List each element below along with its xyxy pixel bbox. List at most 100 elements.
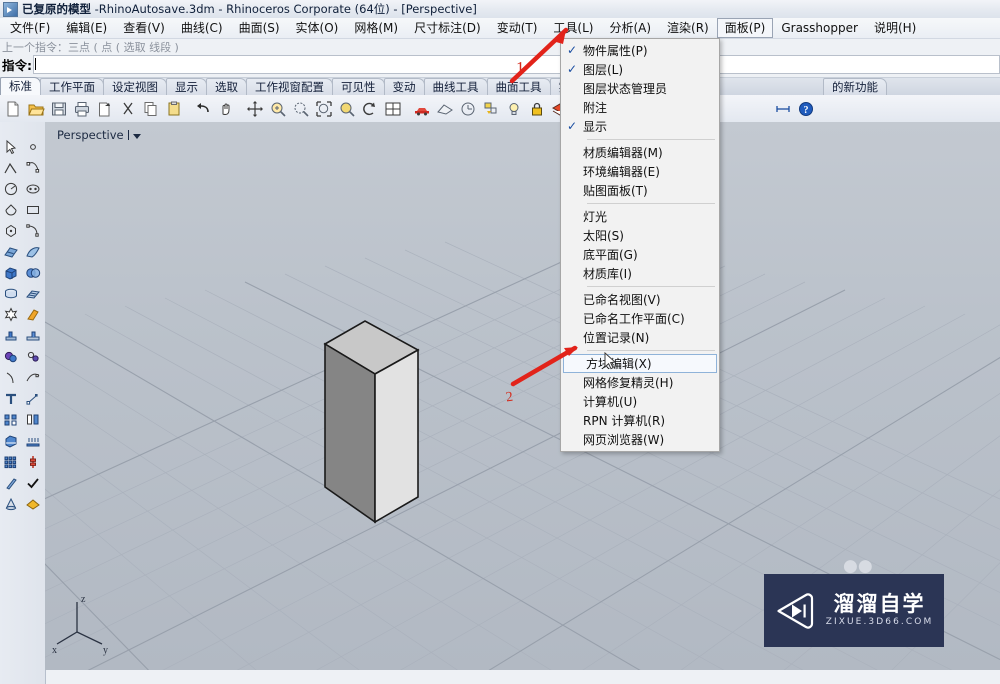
- menu-transform[interactable]: 变动(T): [489, 18, 546, 38]
- extrude-icon[interactable]: [0, 325, 22, 346]
- boolean-split-icon[interactable]: [22, 346, 44, 367]
- tab-set-view[interactable]: 设定视图: [103, 78, 167, 95]
- group-icon[interactable]: [0, 409, 22, 430]
- menu-grasshopper[interactable]: Grasshopper: [773, 18, 866, 38]
- join-icon[interactable]: [22, 325, 44, 346]
- print-icon[interactable]: [71, 98, 93, 120]
- offset-curve-icon[interactable]: [0, 367, 22, 388]
- panels-dropdown-menu[interactable]: ✓ 物件属性(P) ✓ 图层(L) 图层状态管理员 附注 ✓ 显示 材质编辑器(…: [560, 38, 720, 452]
- menu-item-material-editor[interactable]: 材质编辑器(M): [561, 143, 719, 162]
- menu-item-mesh-repair-wizard[interactable]: 网格修复精灵(H): [561, 373, 719, 392]
- zoom-extents-icon[interactable]: [313, 98, 335, 120]
- cut-scissors-icon[interactable]: [117, 98, 139, 120]
- gumball-icon[interactable]: [22, 451, 44, 472]
- tab-whats-new[interactable]: 的新功能: [823, 78, 887, 95]
- tab-curve-tools[interactable]: 曲线工具: [423, 78, 488, 95]
- tab-transform[interactable]: 变动: [383, 78, 425, 95]
- menu-file[interactable]: 文件(F): [2, 18, 58, 38]
- tab-display[interactable]: 显示: [166, 78, 207, 95]
- mirror-icon[interactable]: [22, 409, 44, 430]
- viewport-label[interactable]: Perspective: [54, 128, 144, 142]
- rectangle-icon[interactable]: [22, 199, 44, 220]
- menu-item-material-library[interactable]: 材质库(I): [561, 264, 719, 283]
- tab-cplane[interactable]: 工作平面: [40, 78, 104, 95]
- render-color-icon[interactable]: [22, 493, 44, 514]
- new-file-icon[interactable]: [2, 98, 24, 120]
- tab-standard[interactable]: 标准: [0, 77, 41, 95]
- explode-icon[interactable]: [0, 304, 22, 325]
- menu-item-texture-panel[interactable]: 贴图面板(T): [561, 181, 719, 200]
- surface-loft-icon[interactable]: [22, 241, 44, 262]
- fillet-curve-icon[interactable]: [22, 220, 44, 241]
- tab-surface-tools[interactable]: 曲面工具: [486, 78, 551, 95]
- menu-item-notes[interactable]: 附注: [561, 98, 719, 117]
- help-icon[interactable]: ?: [795, 98, 817, 120]
- pan-hand-icon[interactable]: [215, 98, 237, 120]
- light-bulb-icon[interactable]: [503, 98, 525, 120]
- menu-dimension[interactable]: 尺寸标注(D): [406, 18, 489, 38]
- lock-icon[interactable]: [526, 98, 548, 120]
- menu-item-position-record[interactable]: 位置记录(N): [561, 328, 719, 347]
- cone-icon[interactable]: [0, 493, 22, 514]
- blend-curve-icon[interactable]: [22, 367, 44, 388]
- arc-icon[interactable]: [0, 178, 22, 199]
- boolean-union-icon[interactable]: [0, 346, 22, 367]
- tab-visibility[interactable]: 可见性: [332, 78, 385, 95]
- menu-surface[interactable]: 曲面(S): [231, 18, 288, 38]
- shade-icon[interactable]: [22, 430, 44, 451]
- polygon-icon[interactable]: [0, 220, 22, 241]
- text-icon[interactable]: [0, 388, 22, 409]
- analyze-icon[interactable]: [0, 472, 22, 493]
- menu-item-layer-state-manager[interactable]: 图层状态管理员: [561, 79, 719, 98]
- menu-item-named-views[interactable]: 已命名视图(V): [561, 290, 719, 309]
- zoom-selected-icon[interactable]: [336, 98, 358, 120]
- export-icon[interactable]: [94, 98, 116, 120]
- four-viewport-icon[interactable]: [382, 98, 404, 120]
- cylinder-icon[interactable]: [0, 283, 22, 304]
- properties-icon[interactable]: [480, 98, 502, 120]
- menu-mesh[interactable]: 网格(M): [346, 18, 406, 38]
- menu-item-lights[interactable]: 灯光: [561, 207, 719, 226]
- menu-panels[interactable]: 面板(P): [716, 18, 774, 38]
- select-arrow-icon[interactable]: [0, 136, 22, 157]
- menu-curve[interactable]: 曲线(C): [173, 18, 231, 38]
- tab-select[interactable]: 选取: [206, 78, 247, 95]
- save-icon[interactable]: [48, 98, 70, 120]
- menu-analyze[interactable]: 分析(A): [601, 18, 659, 38]
- undo-icon[interactable]: [192, 98, 214, 120]
- menu-item-block-edit[interactable]: 方块编辑(X): [563, 354, 717, 373]
- menu-item-web-browser[interactable]: 网页浏览器(W): [561, 430, 719, 449]
- menu-view[interactable]: 查看(V): [115, 18, 173, 38]
- menu-item-object-properties[interactable]: ✓ 物件属性(P): [561, 41, 719, 60]
- zoom-window-icon[interactable]: [290, 98, 312, 120]
- zoom-in-icon[interactable]: [267, 98, 289, 120]
- point-edit-icon[interactable]: [22, 388, 44, 409]
- cplane-icon[interactable]: [0, 430, 22, 451]
- menu-item-calculator[interactable]: 计算机(U): [561, 392, 719, 411]
- circle-tangent-icon[interactable]: [0, 199, 22, 220]
- menu-item-named-cplanes[interactable]: 已命名工作平面(C): [561, 309, 719, 328]
- polyline-icon[interactable]: [0, 157, 22, 178]
- trim-icon[interactable]: [22, 304, 44, 325]
- sphere-boolean-icon[interactable]: [22, 262, 44, 283]
- box-icon[interactable]: [0, 262, 22, 283]
- chevron-down-icon[interactable]: [132, 133, 141, 139]
- point-icon[interactable]: [22, 136, 44, 157]
- menu-tools[interactable]: 工具(L): [545, 18, 601, 38]
- ellipse-icon[interactable]: [22, 178, 44, 199]
- rotate-view-icon[interactable]: [359, 98, 381, 120]
- menu-render[interactable]: 渲染(R): [659, 18, 717, 38]
- render-preview-icon[interactable]: [434, 98, 456, 120]
- move-arrows-icon[interactable]: [244, 98, 266, 120]
- copy-icon[interactable]: [140, 98, 162, 120]
- menu-item-environment-editor[interactable]: 环境编辑器(E): [561, 162, 719, 181]
- check-icon[interactable]: [22, 472, 44, 493]
- array-icon[interactable]: [0, 451, 22, 472]
- distance-icon[interactable]: [772, 98, 794, 120]
- menu-item-display[interactable]: ✓ 显示: [561, 117, 719, 136]
- render-car-icon[interactable]: [411, 98, 433, 120]
- surface-pts-icon[interactable]: [0, 241, 22, 262]
- open-folder-icon[interactable]: [25, 98, 47, 120]
- menu-item-layers[interactable]: ✓ 图层(L): [561, 60, 719, 79]
- menu-edit[interactable]: 编辑(E): [58, 18, 115, 38]
